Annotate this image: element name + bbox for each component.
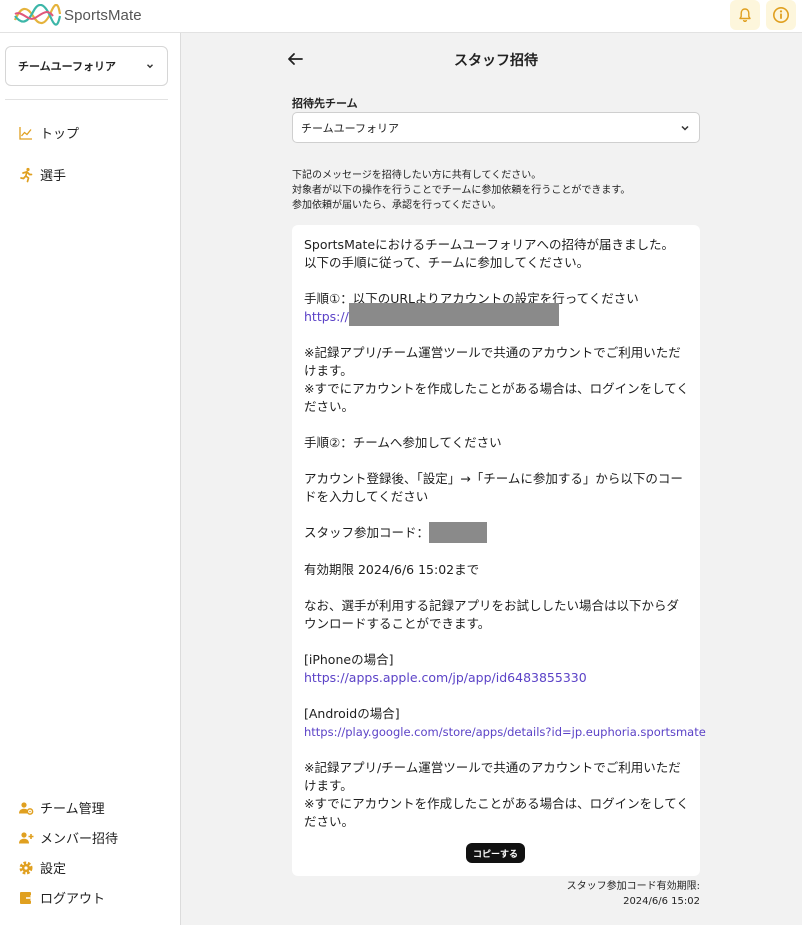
sidebar-item-label: 設定 bbox=[40, 862, 67, 877]
sidebar-item-label: メンバー招待 bbox=[40, 832, 119, 847]
chart-icon bbox=[18, 125, 34, 141]
redacted-code bbox=[429, 522, 488, 543]
sidebar-item-team-management[interactable]: チーム管理 bbox=[18, 798, 105, 817]
runner-icon bbox=[18, 167, 34, 183]
instruction-line: 参加依頼が届いたら、承認を行ってください。 bbox=[292, 200, 502, 211]
message-note: ※記録アプリ/チーム運営ツールで共通のアカウントでご利用いただけます。 bbox=[304, 345, 681, 378]
android-url-link[interactable]: https://play.google.com/store/apps/detai… bbox=[304, 723, 706, 741]
message-intro: SportsMateにおけるチームユーフォリアへの招待が届きました。 bbox=[304, 237, 674, 252]
expiry-label: スタッフ参加コード有効期限: bbox=[566, 881, 700, 892]
notifications-button[interactable] bbox=[730, 0, 760, 30]
info-icon bbox=[773, 7, 789, 23]
instructions: 下記のメッセージを招待したい方に共有してください。 対象者が以下の操作を行うこと… bbox=[292, 168, 712, 213]
iphone-url-link[interactable]: https://apps.apple.com/jp/app/id64838553… bbox=[304, 669, 690, 687]
arrow-left-icon bbox=[288, 53, 303, 65]
logout-icon bbox=[18, 890, 34, 906]
expiry-info: スタッフ参加コード有効期限: 2024/6/6 15:02 bbox=[500, 879, 700, 909]
copy-button[interactable]: コピーする bbox=[466, 843, 525, 863]
sportsmate-logo-icon bbox=[13, 4, 61, 26]
sidebar-item-label: トップ bbox=[40, 127, 80, 142]
page-title: スタッフ招待 bbox=[454, 53, 538, 69]
sidebar-item-label: 選手 bbox=[40, 169, 67, 184]
chevron-down-icon bbox=[681, 125, 689, 131]
expiry-value: 2024/6/6 15:02 bbox=[623, 896, 700, 907]
team-select[interactable]: チームユーフォリア bbox=[5, 46, 168, 86]
message-code-row: スタッフ参加コード： bbox=[304, 522, 690, 543]
team-field-label: 招待先チーム bbox=[292, 97, 358, 110]
message-step1-url[interactable]: https:// bbox=[304, 303, 690, 326]
message-step2-detail: アカウント登録後、「設定」→「チームに参加する」から以下のコードを入力してくださ… bbox=[304, 471, 683, 504]
team-field-value: チームユーフォリア bbox=[301, 121, 400, 135]
sidebar: チームユーフォリア トップ 選手 チーム管理 メンバー招待 設定 ログアウト bbox=[0, 33, 181, 925]
instruction-line: 下記のメッセージを招待したい方に共有してください。 bbox=[292, 170, 542, 181]
add-user-icon bbox=[18, 830, 34, 846]
chevron-down-icon bbox=[147, 64, 153, 69]
code-label: スタッフ参加コード： bbox=[304, 525, 430, 540]
step1-url-prefix[interactable]: https:// bbox=[304, 309, 349, 324]
message-validity: 有効期限 2024/6/6 15:02まで bbox=[304, 562, 480, 577]
app-name: SportsMate bbox=[64, 6, 142, 24]
message-note: ※すでにアカウントを作成したことがある場合は、ログインをしてください。 bbox=[304, 381, 689, 414]
message-note: ※記録アプリ/チーム運営ツールで共通のアカウントでご利用いただけます。 bbox=[304, 760, 681, 793]
team-gear-icon bbox=[18, 800, 34, 816]
app-logo[interactable]: SportsMate bbox=[13, 4, 142, 26]
team-select-value: チームユーフォリア bbox=[18, 60, 117, 73]
sidebar-item-settings[interactable]: 設定 bbox=[18, 858, 66, 877]
sidebar-divider bbox=[5, 99, 168, 100]
bell-icon bbox=[739, 8, 751, 23]
message-step2: 手順②：チームへ参加してください bbox=[304, 435, 502, 450]
sidebar-item-label: ログアウト bbox=[40, 892, 106, 907]
sidebar-item-logout[interactable]: ログアウト bbox=[18, 888, 105, 907]
sidebar-item-member-invite[interactable]: メンバー招待 bbox=[18, 828, 118, 847]
message-trial: なお、選手が利用する記録アプリをお試ししたい場合は以下からダウンロードすることが… bbox=[304, 598, 680, 631]
team-field-select[interactable]: チームユーフォリア bbox=[292, 112, 700, 143]
top-bar: SportsMate bbox=[0, 0, 802, 33]
redacted-url bbox=[348, 303, 559, 326]
sidebar-item-label: チーム管理 bbox=[40, 802, 105, 817]
sidebar-item-players[interactable]: 選手 bbox=[18, 165, 66, 184]
gear-icon bbox=[18, 860, 34, 876]
message-intro: 以下の手順に従って、チームに参加してください。 bbox=[304, 255, 590, 270]
android-label: [Androidの場合] bbox=[304, 706, 400, 721]
sidebar-item-top[interactable]: トップ bbox=[18, 123, 79, 142]
message-note: ※すでにアカウントを作成したことがある場合は、ログインをしてください。 bbox=[304, 796, 689, 829]
info-button[interactable] bbox=[766, 0, 796, 30]
invite-message-card: SportsMateにおけるチームユーフォリアへの招待が届きました。 以下の手順… bbox=[292, 225, 706, 876]
iphone-label: [iPhoneの場合] bbox=[304, 652, 394, 667]
instruction-line: 対象者が以下の操作を行うことでチームに参加依頼を行うことができます。 bbox=[292, 185, 631, 196]
invite-message: SportsMateにおけるチームユーフォリアへの招待が届きました。 以下の手順… bbox=[304, 236, 706, 831]
back-button[interactable] bbox=[285, 49, 305, 69]
